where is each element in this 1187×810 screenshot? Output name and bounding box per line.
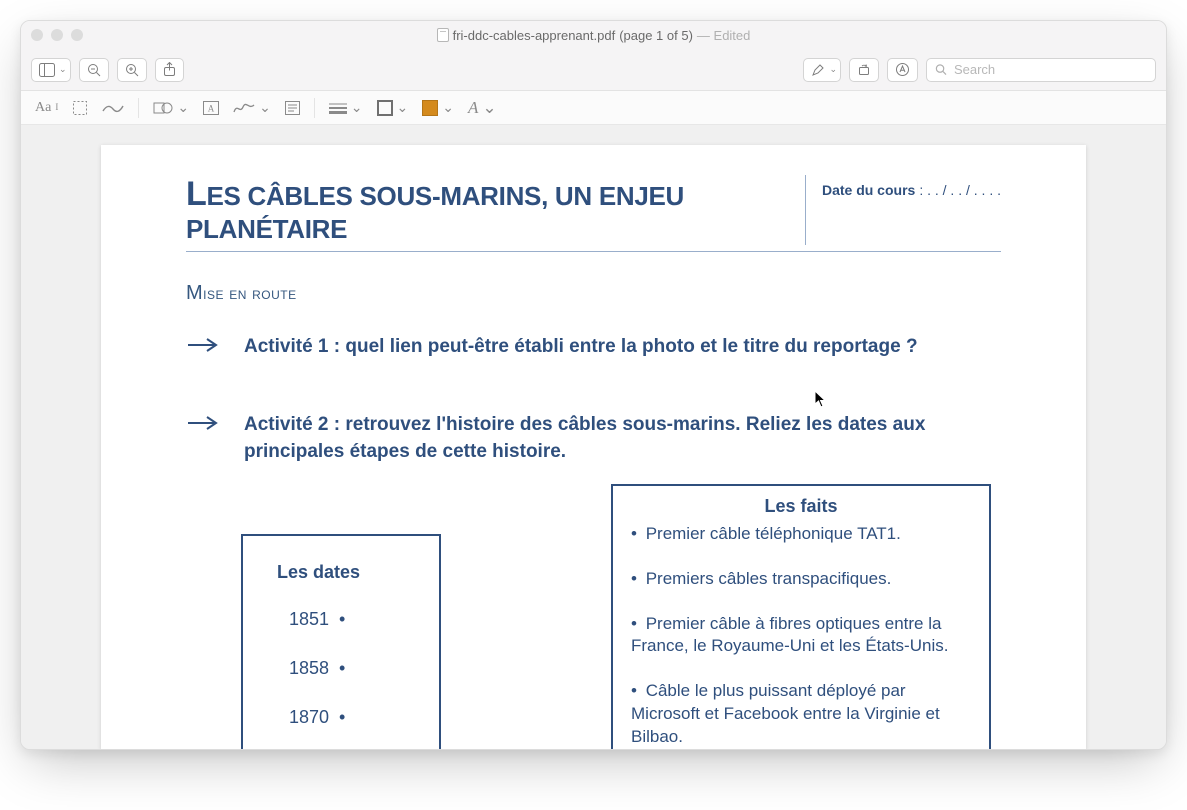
activity-1: Activité 1 : quel lien peut-être établi … [186,333,1001,361]
font-button[interactable]: A⌄ [468,98,497,118]
exercise-columns: Les dates 1851• 1858• 1870• 1902• 1956• … [186,484,1001,749]
sketch-tool-button[interactable] [102,101,124,115]
dates-header: Les dates [277,562,409,583]
rotate-button[interactable] [849,58,879,82]
search-input[interactable] [952,61,1147,78]
window-page-indicator: (page 1 of 5) [619,28,693,43]
dates-box: Les dates 1851• 1858• 1870• 1902• 1956• [241,534,441,749]
fact-item: • Premier câble téléphonique TAT1. [631,523,971,546]
line-style-button[interactable]: ⌄ [329,99,363,116]
date-item: 1870• [273,707,409,728]
border-color-button[interactable]: ⌄ [377,99,409,116]
arrow-icon [186,411,220,466]
document-viewport[interactable]: LES CÂBLES SOUS-MARINS, UN ENJEU PLANÉTA… [21,125,1166,749]
pdf-page: LES CÂBLES SOUS-MARINS, UN ENJEU PLANÉTA… [101,145,1086,749]
activity-2: Activité 2 : retrouvez l'histoire des câ… [186,411,1001,466]
activity-2-text: Activité 2 : retrouvez l'histoire des câ… [244,411,1001,466]
text-style-button[interactable]: AaI [35,100,58,116]
fact-item: • Premier câble à fibres optiques entre … [631,613,971,659]
selection-tool-button[interactable] [72,100,88,116]
chevron-down-icon: ⌄ [59,64,67,75]
zoom-out-button[interactable] [79,58,109,82]
close-window-button[interactable] [31,29,43,41]
window-title: fri-ddc-cables-apprenant.pdf (page 1 of … [21,28,1166,43]
sidebar-toggle-button[interactable]: ⌄ [31,58,71,82]
facts-box: Les faits • Premier câble téléphonique T… [611,484,991,749]
window-edited-indicator: — Edited [697,28,750,43]
search-icon [935,63,947,76]
section-heading: Mise en route [186,282,1001,305]
fact-item: • Premiers câbles transpacifiques. [631,568,971,591]
document-icon [437,28,449,42]
svg-text:A: A [208,103,215,113]
activity-1-text: Activité 1 : quel lien peut-être établi … [244,333,918,361]
zoom-in-button[interactable] [117,58,147,82]
date-item: 1851• [273,609,409,630]
highlight-button[interactable]: ⌄ [803,58,841,82]
window-filename: fri-ddc-cables-apprenant.pdf [453,28,616,43]
primary-toolbar: ⌄ ⌄ [21,49,1166,91]
fact-item: • Câble le plus puissant déployé par Mic… [631,680,971,749]
zoom-window-button[interactable] [71,29,83,41]
titlebar: fri-ddc-cables-apprenant.pdf (page 1 of … [21,21,1166,49]
shapes-button[interactable]: ⌄ [153,99,189,116]
note-button[interactable] [285,101,300,115]
document-header: LES CÂBLES SOUS-MARINS, UN ENJEU PLANÉTA… [186,175,1001,252]
arrow-icon [186,333,220,361]
markup-button[interactable] [887,58,918,82]
course-date-field: Date du cours: . . / . . / . . . . [805,175,1001,245]
sign-button[interactable]: ⌄ [233,99,271,116]
facts-header: Les faits [631,496,971,517]
text-box-button[interactable]: A [203,101,219,115]
search-field[interactable] [926,58,1156,82]
minimize-window-button[interactable] [51,29,63,41]
annotation-toolbar: AaI ⌄ A ⌄ ⌄ ⌄ ⌄ A⌄ [21,91,1166,125]
document-title: LES CÂBLES SOUS-MARINS, UN ENJEU PLANÉTA… [186,175,793,245]
fill-color-button[interactable]: ⌄ [422,99,454,116]
window-controls [31,29,83,41]
share-button[interactable] [155,58,184,82]
app-window: fri-ddc-cables-apprenant.pdf (page 1 of … [20,20,1167,750]
cursor-icon [814,390,828,408]
date-item: 1858• [273,658,409,679]
chevron-down-icon: ⌄ [829,64,837,75]
